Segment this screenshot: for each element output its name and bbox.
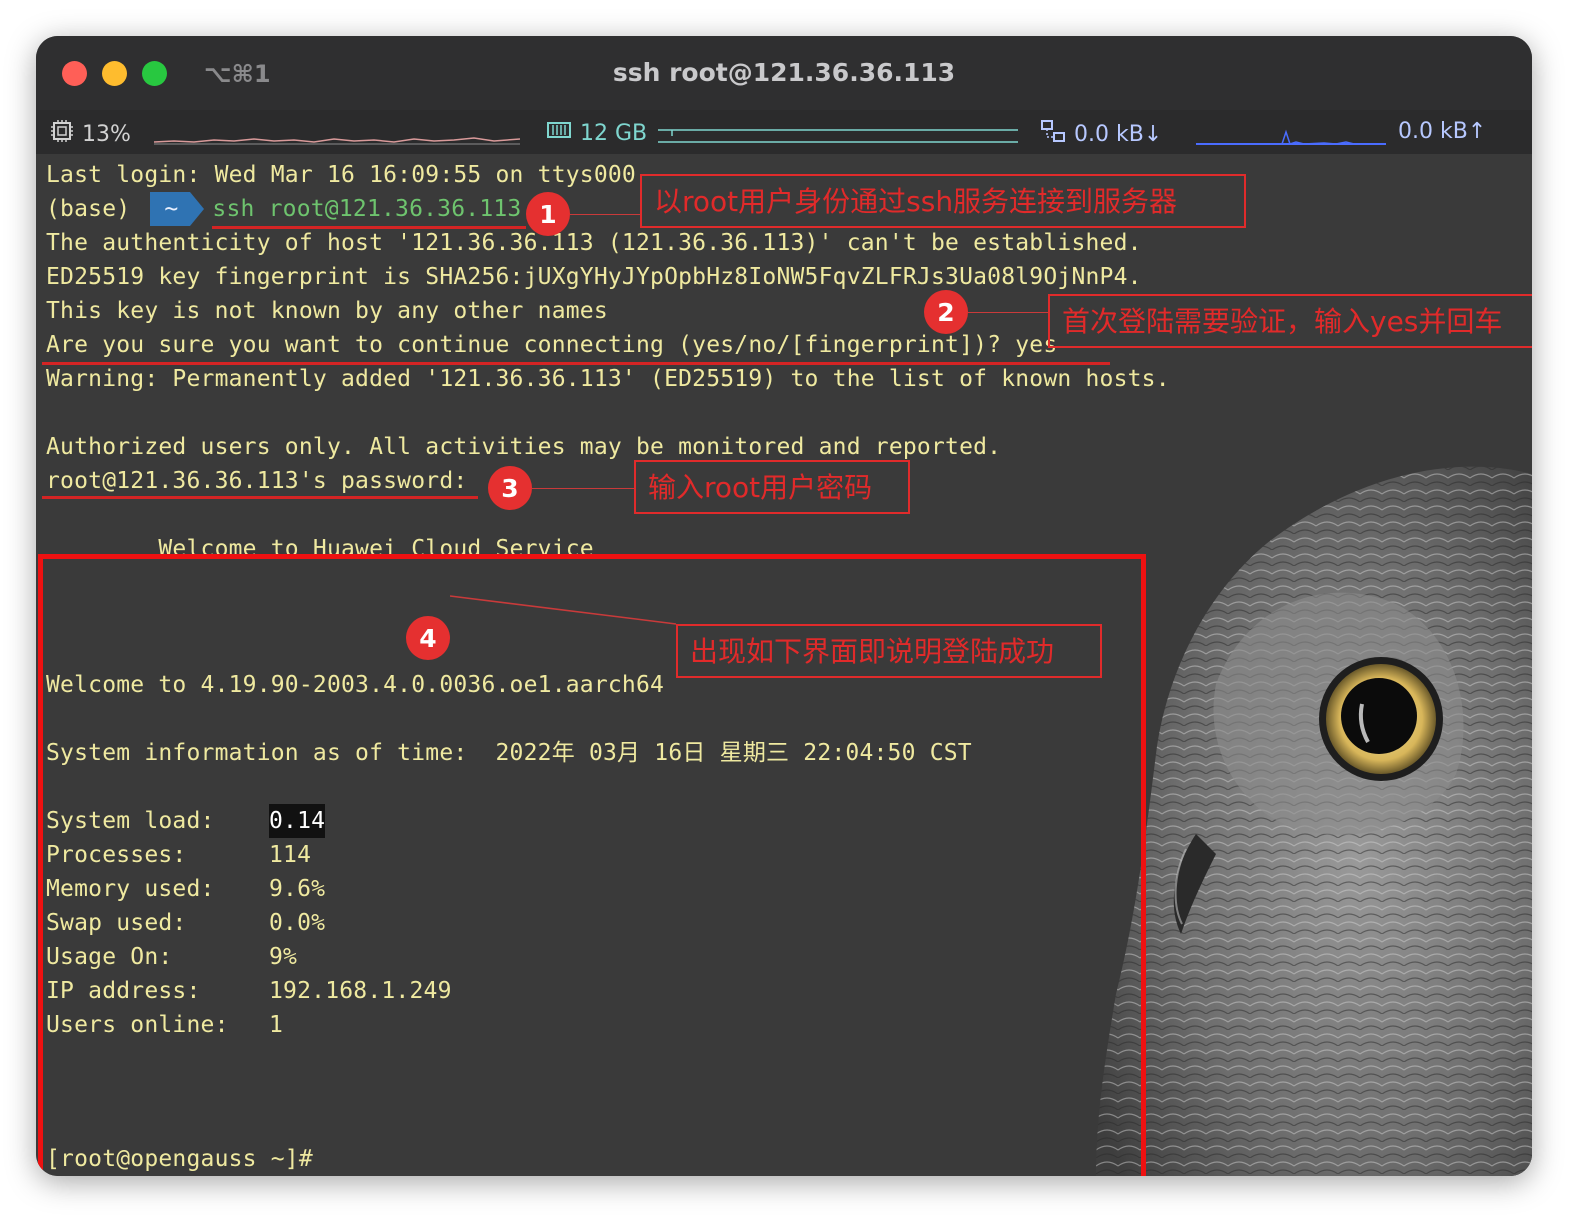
annotation-connector xyxy=(532,488,634,489)
memory-graph xyxy=(658,129,1018,143)
password-prompt-line: root@121.36.36.113's password: xyxy=(46,468,468,494)
terminal-window: ⌥⌘1 ssh root@121.36.36.113 13% 12 GB 0.0… xyxy=(36,36,1532,1176)
title-bar[interactable]: ⌥⌘1 ssh root@121.36.36.113 xyxy=(36,36,1532,110)
ssh-command: ssh root@121.36.36.113 xyxy=(212,196,522,222)
terminal-line: This key is not known by any other names xyxy=(46,298,608,324)
prompt-env: (base) xyxy=(46,196,131,222)
annotation-badge-1: 1 xyxy=(526,192,570,236)
annotation-badge-2: 2 xyxy=(924,290,968,334)
window-title: ssh root@121.36.36.113 xyxy=(612,58,956,87)
underline-ssh-command xyxy=(212,226,526,229)
network-down-value: 0.0 kB↓ xyxy=(1074,121,1163,147)
last-login-line: Last login: Wed Mar 16 16:09:55 on ttys0… xyxy=(46,162,636,188)
memory-value: 12 GB xyxy=(580,120,648,146)
annotation-box-3: 输入root用户密码 xyxy=(634,460,910,514)
terminal-line: Are you sure you want to continue connec… xyxy=(46,332,1058,358)
annotation-box-2: 首次登陆需要验证，输入yes并回车 xyxy=(1048,294,1532,348)
cpu-graph xyxy=(154,137,520,145)
ssh-command-line: (base) ~ ssh root@121.36.36.113 xyxy=(46,192,521,226)
terminal-output[interactable]: Last login: Wed Mar 16 16:09:55 on ttys0… xyxy=(36,154,1532,1176)
underline-password-prompt xyxy=(42,496,478,499)
annotation-connector xyxy=(450,595,677,625)
cpu-status: 13% xyxy=(50,119,131,149)
network-icon xyxy=(1040,119,1066,149)
network-graph xyxy=(1196,129,1386,145)
memory-icon xyxy=(546,119,572,147)
annotation-badge-4: 4 xyxy=(406,616,450,660)
cpu-value: 13% xyxy=(82,121,131,147)
underline-confirm-line xyxy=(42,362,1110,365)
cpu-icon xyxy=(50,119,74,149)
memory-status: 12 GB xyxy=(546,119,647,147)
annotation-box-1: 以root用户身份通过ssh服务连接到服务器 xyxy=(640,174,1246,228)
network-up-value: 0.0 kB↑ xyxy=(1398,119,1487,144)
terminal-line: ED25519 key fingerprint is SHA256:jUXgYH… xyxy=(46,264,1142,290)
prompt-directory: ~ xyxy=(150,192,205,226)
annotation-connector xyxy=(570,214,640,215)
terminal-line: Authorized users only. All activities ma… xyxy=(46,434,1002,460)
network-up-status: 0.0 kB↑ xyxy=(1398,119,1486,144)
terminal-line: Warning: Permanently added '121.36.36.11… xyxy=(46,366,1170,392)
owl-background-image xyxy=(1096,466,1532,1176)
network-down-status: 0.0 kB↓ xyxy=(1040,119,1162,149)
annotation-badge-3: 3 xyxy=(488,466,532,510)
status-bar: 13% 12 GB 0.0 kB↓ 0.0 kB↑ xyxy=(36,110,1532,154)
annotation-box-4: 出现如下界面即说明登陆成功 xyxy=(676,624,1102,678)
annotation-connector xyxy=(968,312,1048,313)
terminal-line: The authenticity of host '121.36.36.113 … xyxy=(46,230,1142,256)
